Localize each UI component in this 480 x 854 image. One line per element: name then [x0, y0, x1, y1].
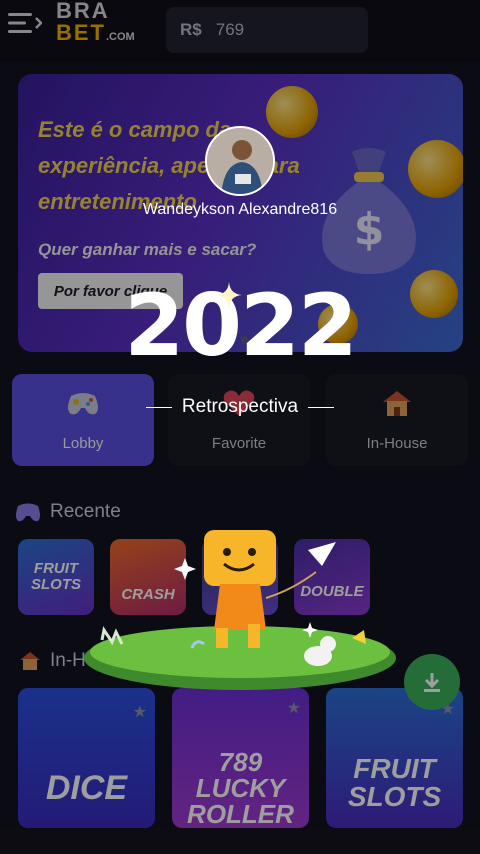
avatar	[205, 126, 275, 196]
subtitle-text: Retrospectiva	[181, 396, 299, 417]
username-label: Wandeykson Alexandre816	[142, 201, 338, 218]
divider	[145, 406, 172, 408]
retrospective-overlay: Wandeykson Alexandre816 2022 Retrospecti…	[0, 0, 480, 854]
divider	[308, 406, 335, 408]
user-photo	[207, 128, 273, 194]
mascot-scene-illustration	[84, 530, 396, 690]
sparkle-icon	[216, 282, 242, 308]
retrospective-subtitle: Retrospectiva	[0, 396, 480, 418]
